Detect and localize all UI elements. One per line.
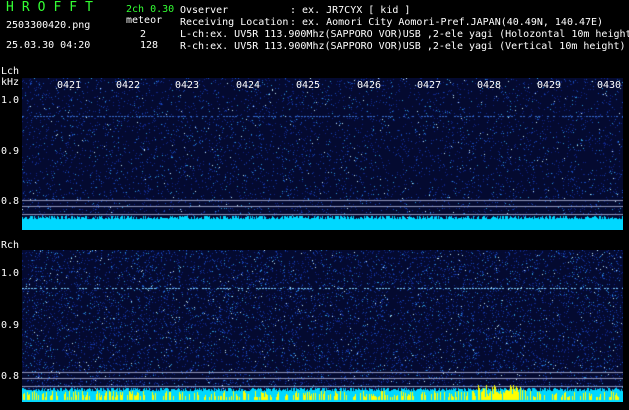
rch-ytick-1: 1.0 <box>1 268 20 279</box>
lch-unit: kHz <box>1 77 20 88</box>
time-tick: 0421 <box>57 80 82 91</box>
time-tick: 0422 <box>116 80 141 91</box>
time-tick: 0423 <box>175 80 200 91</box>
filename: 2503300420.png <box>6 20 91 31</box>
time-tick: 0430 <box>597 80 622 91</box>
time-tick: 0424 <box>236 80 261 91</box>
version-label: 2ch 0.30 <box>126 4 175 15</box>
time-tick: 0425 <box>296 80 321 91</box>
time-tick: 0428 <box>477 80 502 91</box>
rch-meteor-count: 128 <box>140 40 159 51</box>
lch-spectrogram <box>22 78 623 230</box>
rch-info: R-ch:ex. UV5R 113.900Mhz(SAPPORO VOR)USB… <box>180 41 626 52</box>
lch-ytick-2: 0.9 <box>1 146 20 157</box>
location-value: : ex. Aomori City Aomori-Pref.JAPAN(40.4… <box>290 17 604 28</box>
lch-meteor-count: 2 <box>140 29 147 40</box>
meteor-counter-label: meteor <box>126 15 163 26</box>
time-tick: 0426 <box>357 80 382 91</box>
observer-label: Ovserver <box>180 5 229 16</box>
observer-value: : ex. JR7CYX [ kid ] <box>290 5 411 16</box>
lch-ytick-1: 1.0 <box>1 95 20 106</box>
lch-label: Lch <box>1 66 20 77</box>
datetime: 25.03.30 04:20 <box>6 40 91 51</box>
rch-ytick-3: 0.8 <box>1 371 20 382</box>
lch-ytick-3: 0.8 <box>1 196 20 207</box>
rch-label: Rch <box>1 240 20 251</box>
time-tick: 0427 <box>417 80 442 91</box>
rch-waterfall-canvas <box>22 250 623 402</box>
rch-spectrogram <box>22 250 623 402</box>
time-tick: 0429 <box>537 80 562 91</box>
app-logo: HROFFT <box>6 0 101 15</box>
rch-ytick-2: 0.9 <box>1 320 20 331</box>
lch-info: L-ch:ex. UV5R 113.900Mhz(SAPPORO VOR)USB… <box>180 29 629 40</box>
lch-waterfall-canvas <box>22 78 623 230</box>
location-label: Receiving Location <box>180 17 289 28</box>
